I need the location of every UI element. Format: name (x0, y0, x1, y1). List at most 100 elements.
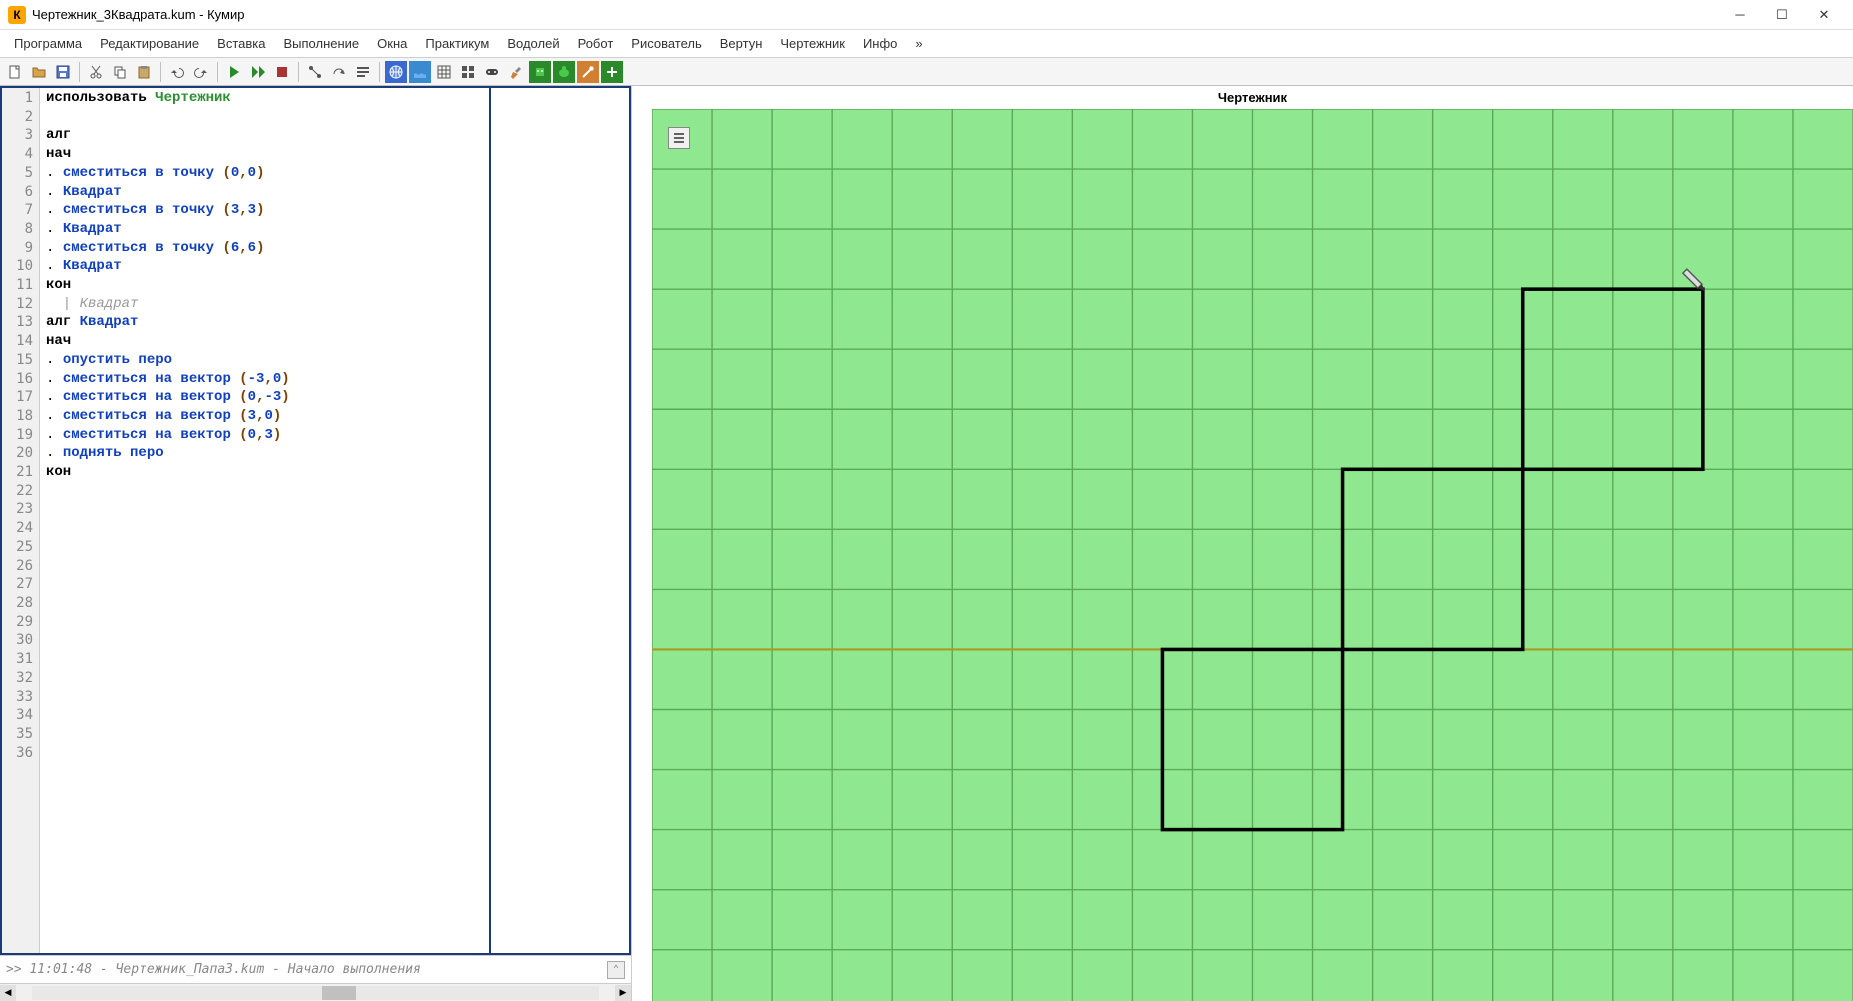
code-line[interactable]: . сместиться на вектор (0,3) (46, 426, 483, 445)
editor-margin (489, 88, 629, 953)
open-file-button[interactable] (28, 61, 50, 83)
actor-water-button[interactable] (409, 61, 431, 83)
code-line[interactable] (46, 613, 483, 632)
run-button[interactable] (223, 61, 245, 83)
code-line[interactable] (46, 557, 483, 576)
line-number: 21 (2, 463, 39, 482)
redo-button[interactable] (190, 61, 212, 83)
code-line[interactable] (46, 482, 483, 501)
menu-водолей[interactable]: Водолей (499, 32, 567, 55)
code-line[interactable] (46, 538, 483, 557)
actor-plus-button[interactable] (601, 61, 623, 83)
menu-»[interactable]: » (907, 32, 930, 55)
menu-рисователь[interactable]: Рисователь (623, 32, 709, 55)
line-number: 18 (2, 407, 39, 426)
code-line[interactable]: нач (46, 145, 483, 164)
code-line[interactable]: . поднять перо (46, 444, 483, 463)
line-number: 14 (2, 332, 39, 351)
line-number: 13 (2, 313, 39, 332)
menu-инфо[interactable]: Инфо (855, 32, 905, 55)
actor-paint-button[interactable] (505, 61, 527, 83)
canvas-menu-button[interactable] (668, 127, 690, 149)
menu-программа[interactable]: Программа (6, 32, 90, 55)
code-line[interactable]: . Квадрат (46, 183, 483, 202)
line-number: 25 (2, 538, 39, 557)
line-number: 32 (2, 669, 39, 688)
actor-robot-button[interactable] (529, 61, 551, 83)
to-cursor-button[interactable] (352, 61, 374, 83)
cut-button[interactable] (85, 61, 107, 83)
code-line[interactable]: . опустить перо (46, 351, 483, 370)
menu-робот[interactable]: Робот (570, 32, 622, 55)
drawing-canvas[interactable] (652, 109, 1853, 1001)
menu-чертежник[interactable]: Чертежник (772, 32, 853, 55)
menu-редактирование[interactable]: Редактирование (92, 32, 207, 55)
toolbar-separator (79, 62, 80, 82)
code-line[interactable] (46, 108, 483, 127)
code-line[interactable] (46, 631, 483, 650)
actor-turtle-button[interactable] (553, 61, 575, 83)
scroll-right-button[interactable]: ▶ (615, 985, 631, 1001)
save-file-button[interactable] (52, 61, 74, 83)
code-line[interactable] (46, 519, 483, 538)
new-file-button[interactable] (4, 61, 26, 83)
code-line[interactable] (46, 500, 483, 519)
code-line[interactable] (46, 688, 483, 707)
maximize-button[interactable]: ☐ (1761, 0, 1803, 30)
console-expand-button[interactable]: ⌃ (607, 961, 625, 979)
copy-button[interactable] (109, 61, 131, 83)
step-over-button[interactable] (328, 61, 350, 83)
code-line[interactable]: использовать Чертежник (46, 89, 483, 108)
code-line[interactable]: алг (46, 126, 483, 145)
actor-controller-button[interactable] (481, 61, 503, 83)
menu-окна[interactable]: Окна (369, 32, 415, 55)
menu-практикум[interactable]: Практикум (417, 32, 497, 55)
line-number: 23 (2, 500, 39, 519)
code-line[interactable]: . Квадрат (46, 257, 483, 276)
line-number: 34 (2, 706, 39, 725)
code-editor[interactable]: использовать Чертежник алгнач. сместитьс… (40, 88, 489, 953)
code-line[interactable]: нач (46, 332, 483, 351)
menu-вертун[interactable]: Вертун (712, 32, 771, 55)
step-into-button[interactable] (304, 61, 326, 83)
code-line[interactable]: . сместиться в точку (0,0) (46, 164, 483, 183)
run-step-button[interactable] (247, 61, 269, 83)
paste-button[interactable] (133, 61, 155, 83)
actor-globe-button[interactable] (385, 61, 407, 83)
stop-button[interactable] (271, 61, 293, 83)
code-line[interactable] (46, 594, 483, 613)
menu-вставка[interactable]: Вставка (209, 32, 273, 55)
close-button[interactable]: ✕ (1803, 0, 1845, 30)
hamburger-icon (673, 132, 685, 144)
actor-draftsman-button[interactable] (577, 61, 599, 83)
code-line[interactable]: . сместиться в точку (3,3) (46, 201, 483, 220)
code-line[interactable]: . сместиться на вектор (0,-3) (46, 388, 483, 407)
actor-table-button[interactable] (433, 61, 455, 83)
horizontal-scrollbar[interactable]: ◀ ▶ (0, 983, 631, 1001)
minimize-button[interactable]: ─ (1719, 0, 1761, 30)
line-number: 30 (2, 631, 39, 650)
code-line[interactable]: . Квадрат (46, 220, 483, 239)
code-line[interactable] (46, 725, 483, 744)
code-line[interactable] (46, 744, 483, 763)
code-line[interactable] (46, 575, 483, 594)
code-line[interactable]: . сместиться на вектор (-3,0) (46, 370, 483, 389)
code-line[interactable]: кон (46, 276, 483, 295)
undo-button[interactable] (166, 61, 188, 83)
code-line[interactable]: алг Квадрат (46, 313, 483, 332)
toolbar-separator (217, 62, 218, 82)
scroll-left-button[interactable]: ◀ (0, 985, 16, 1001)
actor-grid-button[interactable] (457, 61, 479, 83)
line-number: 29 (2, 613, 39, 632)
code-line[interactable] (46, 650, 483, 669)
code-line[interactable]: кон (46, 463, 483, 482)
line-number: 10 (2, 257, 39, 276)
code-line[interactable]: . сместиться в точку (6,6) (46, 239, 483, 258)
scroll-thumb[interactable] (322, 986, 356, 1000)
code-line[interactable] (46, 669, 483, 688)
code-line[interactable]: | Квадрат (46, 295, 483, 314)
code-line[interactable] (46, 706, 483, 725)
menu-выполнение[interactable]: Выполнение (275, 32, 367, 55)
code-line[interactable]: . сместиться на вектор (3,0) (46, 407, 483, 426)
app-icon: К (8, 6, 26, 24)
